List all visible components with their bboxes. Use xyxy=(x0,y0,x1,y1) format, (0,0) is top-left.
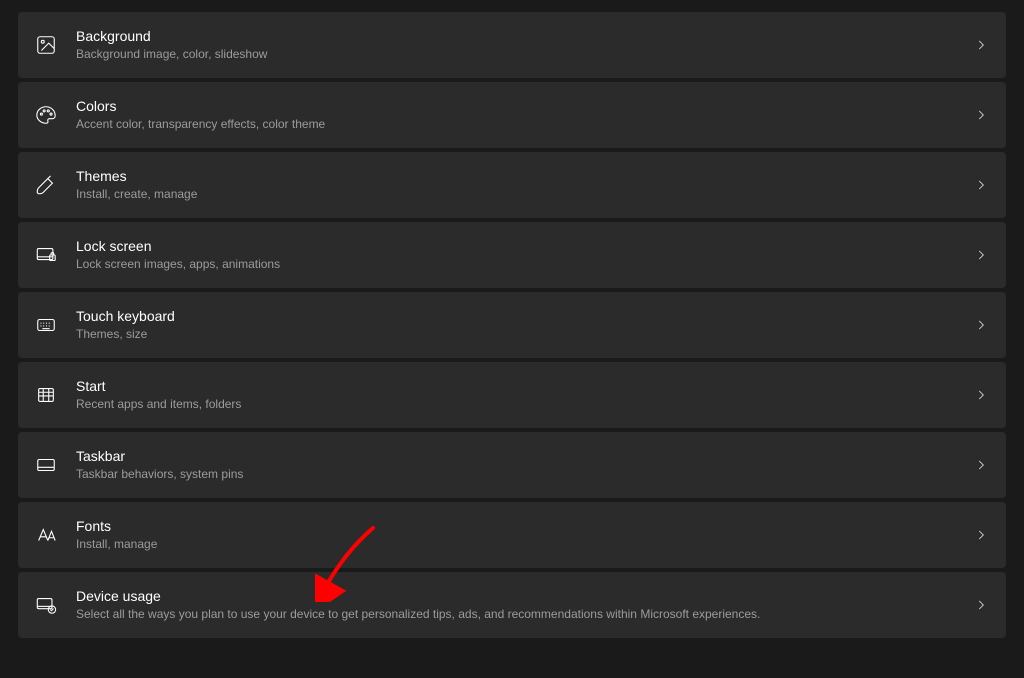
row-text: Lock screen Lock screen images, apps, an… xyxy=(76,238,974,272)
row-text: Themes Install, create, manage xyxy=(76,168,974,202)
settings-row-themes[interactable]: Themes Install, create, manage xyxy=(18,152,1006,218)
chevron-right-icon xyxy=(974,178,988,192)
row-description: Background image, color, slideshow xyxy=(76,47,974,62)
row-description: Select all the ways you plan to use your… xyxy=(76,607,974,622)
row-title: Touch keyboard xyxy=(76,308,974,326)
row-title: Device usage xyxy=(76,588,974,606)
chevron-right-icon xyxy=(974,528,988,542)
start-grid-icon xyxy=(34,383,58,407)
row-title: Themes xyxy=(76,168,974,186)
settings-row-taskbar[interactable]: Taskbar Taskbar behaviors, system pins xyxy=(18,432,1006,498)
chevron-right-icon xyxy=(974,458,988,472)
row-text: Colors Accent color, transparency effect… xyxy=(76,98,974,132)
chevron-right-icon xyxy=(974,388,988,402)
row-description: Install, manage xyxy=(76,537,974,552)
row-description: Recent apps and items, folders xyxy=(76,397,974,412)
row-text: Start Recent apps and items, folders xyxy=(76,378,974,412)
row-text: Fonts Install, manage xyxy=(76,518,974,552)
settings-row-lock-screen[interactable]: Lock screen Lock screen images, apps, an… xyxy=(18,222,1006,288)
row-text: Touch keyboard Themes, size xyxy=(76,308,974,342)
chevron-right-icon xyxy=(974,248,988,262)
row-text: Background Background image, color, slid… xyxy=(76,28,974,62)
personalization-settings-list: Background Background image, color, slid… xyxy=(0,0,1024,650)
row-description: Lock screen images, apps, animations xyxy=(76,257,974,272)
chevron-right-icon xyxy=(974,38,988,52)
settings-row-colors[interactable]: Colors Accent color, transparency effect… xyxy=(18,82,1006,148)
row-text: Taskbar Taskbar behaviors, system pins xyxy=(76,448,974,482)
settings-row-touch-keyboard[interactable]: Touch keyboard Themes, size xyxy=(18,292,1006,358)
settings-row-fonts[interactable]: Fonts Install, manage xyxy=(18,502,1006,568)
row-description: Install, create, manage xyxy=(76,187,974,202)
device-usage-icon xyxy=(34,593,58,617)
row-description: Accent color, transparency effects, colo… xyxy=(76,117,974,132)
row-description: Taskbar behaviors, system pins xyxy=(76,467,974,482)
chevron-right-icon xyxy=(974,108,988,122)
chevron-right-icon xyxy=(974,318,988,332)
paintbrush-icon xyxy=(34,173,58,197)
row-title: Taskbar xyxy=(76,448,974,466)
settings-row-start[interactable]: Start Recent apps and items, folders xyxy=(18,362,1006,428)
fonts-icon xyxy=(34,523,58,547)
palette-icon xyxy=(34,103,58,127)
row-text: Device usage Select all the ways you pla… xyxy=(76,588,974,622)
row-title: Lock screen xyxy=(76,238,974,256)
picture-icon xyxy=(34,33,58,57)
row-title: Colors xyxy=(76,98,974,116)
chevron-right-icon xyxy=(974,598,988,612)
taskbar-icon xyxy=(34,453,58,477)
settings-row-device-usage[interactable]: Device usage Select all the ways you pla… xyxy=(18,572,1006,638)
row-title: Background xyxy=(76,28,974,46)
keyboard-icon xyxy=(34,313,58,337)
lock-screen-icon xyxy=(34,243,58,267)
row-title: Start xyxy=(76,378,974,396)
row-title: Fonts xyxy=(76,518,974,536)
row-description: Themes, size xyxy=(76,327,974,342)
settings-row-background[interactable]: Background Background image, color, slid… xyxy=(18,12,1006,78)
